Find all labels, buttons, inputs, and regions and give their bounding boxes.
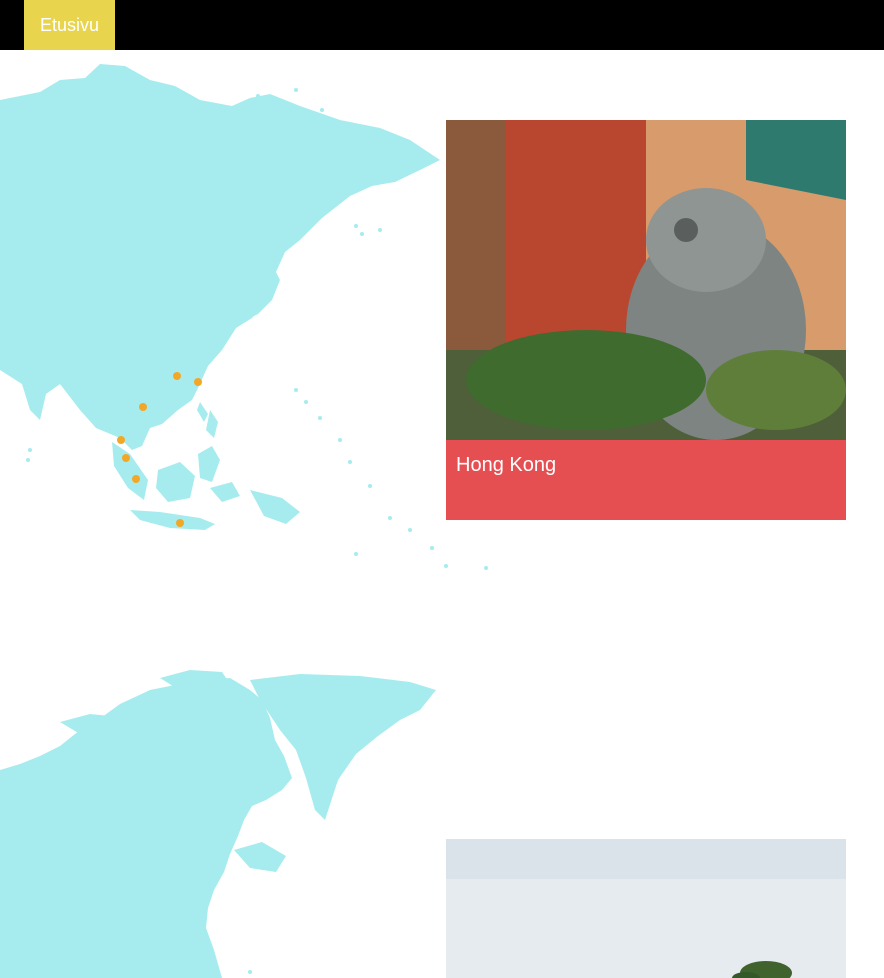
map-marker[interactable] bbox=[173, 372, 181, 380]
sky-and-treetop-photo bbox=[446, 839, 846, 978]
card-caption: Hong Kong bbox=[446, 440, 846, 520]
destination-card-second[interactable] bbox=[446, 839, 846, 978]
card-title: Hong Kong bbox=[456, 454, 557, 476]
destination-card-hong-kong[interactable]: Hong Kong bbox=[446, 120, 846, 520]
home-button[interactable]: Etusivu bbox=[24, 0, 115, 50]
asia-map bbox=[0, 50, 500, 600]
map-marker[interactable] bbox=[176, 519, 184, 527]
map-marker[interactable] bbox=[132, 475, 140, 483]
map-marker[interactable] bbox=[194, 378, 202, 386]
map-marker[interactable] bbox=[122, 454, 130, 462]
map-marker[interactable] bbox=[117, 436, 125, 444]
north-america-map bbox=[0, 660, 500, 978]
temple-stone-lion-photo bbox=[446, 120, 846, 440]
map-marker[interactable] bbox=[139, 403, 147, 411]
top-navigation-bar: Etusivu bbox=[0, 0, 884, 50]
